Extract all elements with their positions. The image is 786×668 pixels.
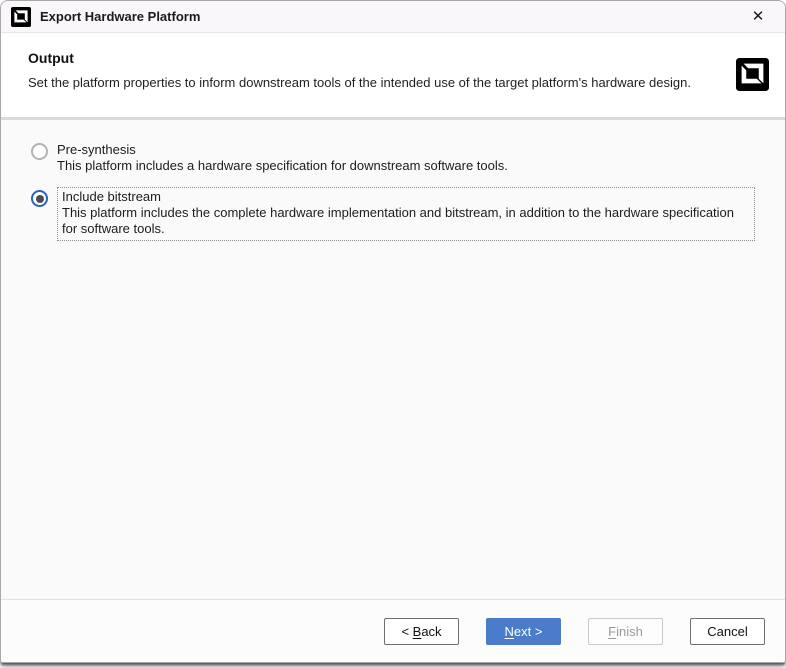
radio-include-bitstream[interactable] xyxy=(31,190,48,207)
cancel-button[interactable]: Cancel xyxy=(690,618,765,645)
export-hardware-platform-dialog: Export Hardware Platform ✕ Output Set th… xyxy=(0,0,786,663)
option-label: Pre-synthesis xyxy=(57,142,508,158)
option-description: This platform includes a hardware specif… xyxy=(57,158,508,174)
amd-logo-icon xyxy=(736,58,769,91)
option-include-bitstream-text[interactable]: Include bitstream This platform includes… xyxy=(57,187,755,241)
option-pre-synthesis[interactable]: Pre-synthesis This platform includes a h… xyxy=(31,142,755,174)
page-description: Set the platform properties to inform do… xyxy=(28,75,715,90)
back-button[interactable]: < Back xyxy=(384,618,459,645)
next-button[interactable]: Next > xyxy=(486,618,561,645)
amd-logo-icon xyxy=(11,7,31,27)
option-include-bitstream[interactable]: Include bitstream This platform includes… xyxy=(31,189,755,241)
close-icon: ✕ xyxy=(752,8,765,25)
close-button[interactable]: ✕ xyxy=(741,2,775,32)
option-description: This platform includes the complete hard… xyxy=(62,205,750,237)
wizard-header: Output Set the platform properties to in… xyxy=(1,33,785,117)
wizard-footer: < Back Next > Finish Cancel xyxy=(1,599,785,662)
titlebar: Export Hardware Platform ✕ xyxy=(1,1,785,33)
page-title: Output xyxy=(28,50,715,66)
window-title: Export Hardware Platform xyxy=(40,9,200,24)
options-panel: Pre-synthesis This platform includes a h… xyxy=(1,120,785,599)
finish-button[interactable]: Finish xyxy=(588,618,663,645)
radio-pre-synthesis[interactable] xyxy=(31,143,48,160)
option-label: Include bitstream xyxy=(62,189,750,205)
option-pre-synthesis-text[interactable]: Pre-synthesis This platform includes a h… xyxy=(57,142,508,174)
